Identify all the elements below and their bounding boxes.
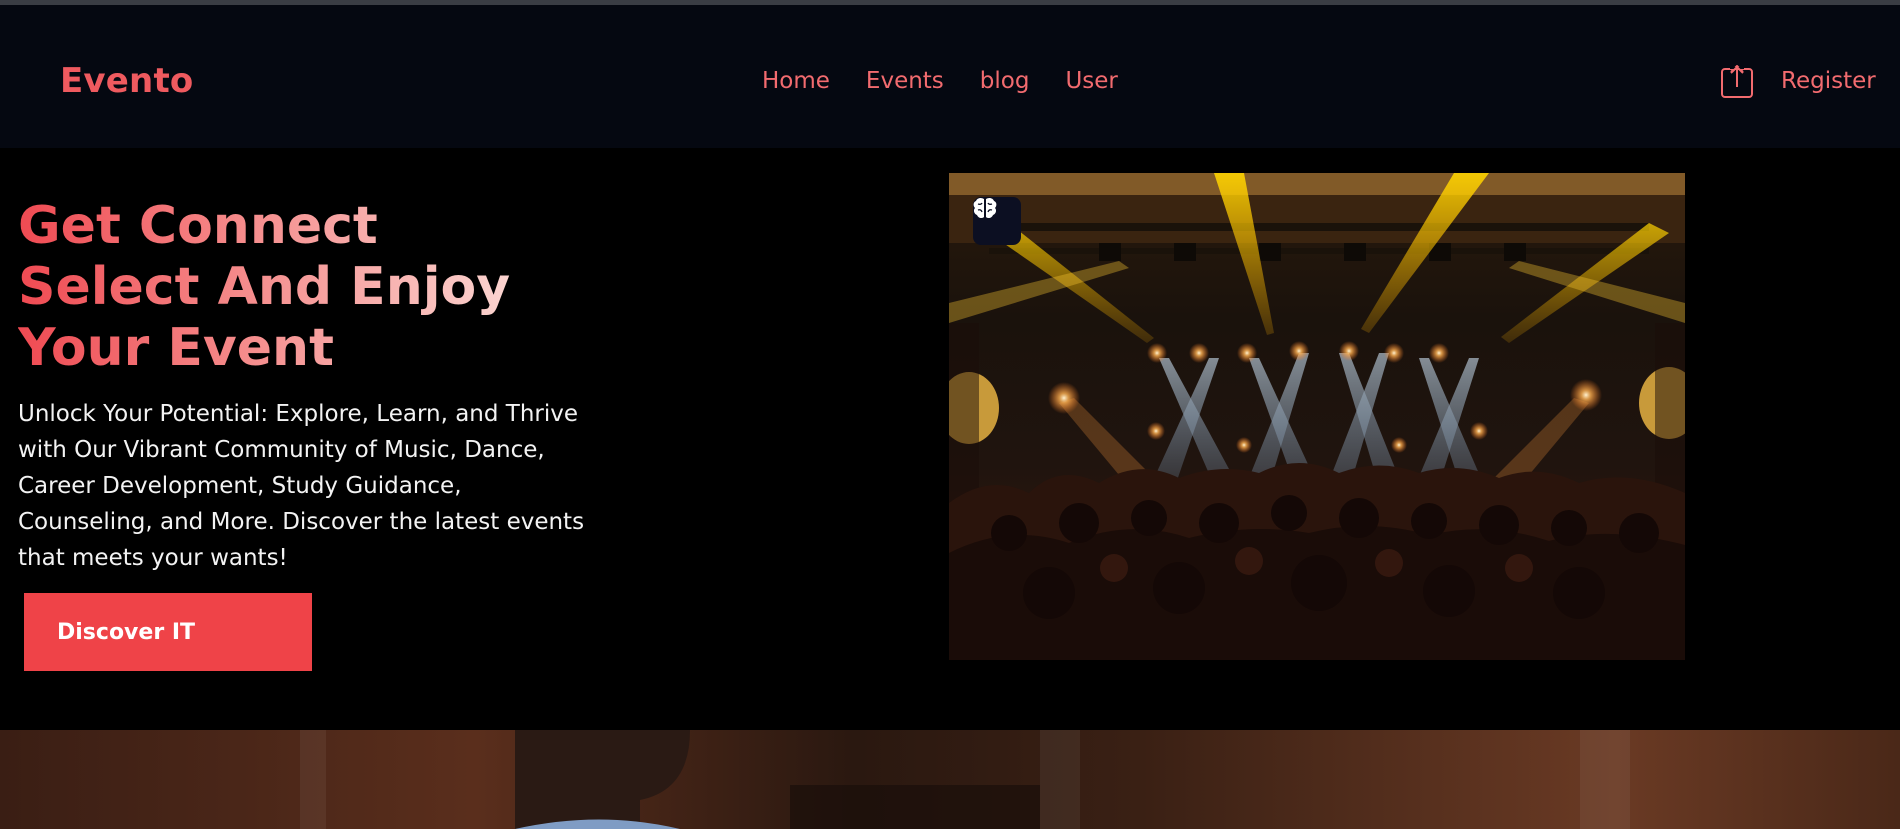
register-link[interactable]: Register: [1781, 68, 1876, 94]
hero-section: Get Connect Select And Enjoy Your Event …: [0, 148, 1900, 730]
concert-illustration: [949, 173, 1685, 660]
hero-description: Unlock Your Potential: Explore, Learn, a…: [18, 401, 585, 571]
share-upload-icon[interactable]: [1720, 65, 1754, 99]
brand-logo[interactable]: Evento: [60, 61, 193, 101]
headline-line-2: Select And Enjoy: [18, 257, 511, 317]
nav-link-home[interactable]: Home: [762, 68, 830, 94]
headline-line-3: Your Event: [18, 318, 334, 378]
nav-link-events[interactable]: Events: [866, 68, 944, 94]
nav-links: Home Events blog User: [762, 68, 1118, 94]
navbar: Evento Home Events blog User Register: [0, 5, 1900, 148]
nav-link-user[interactable]: User: [1065, 68, 1117, 94]
nav-link-blog[interactable]: blog: [980, 68, 1030, 94]
brain-badge[interactable]: [973, 197, 1021, 245]
hero-headline: Get Connect Select And Enjoy Your Event: [18, 196, 510, 379]
headline-line-1: Get Connect: [18, 196, 378, 256]
next-section-preview: [0, 730, 1900, 829]
brain-icon: [973, 197, 997, 219]
discover-button[interactable]: Discover IT: [24, 593, 312, 671]
concert-image: [949, 173, 1685, 660]
